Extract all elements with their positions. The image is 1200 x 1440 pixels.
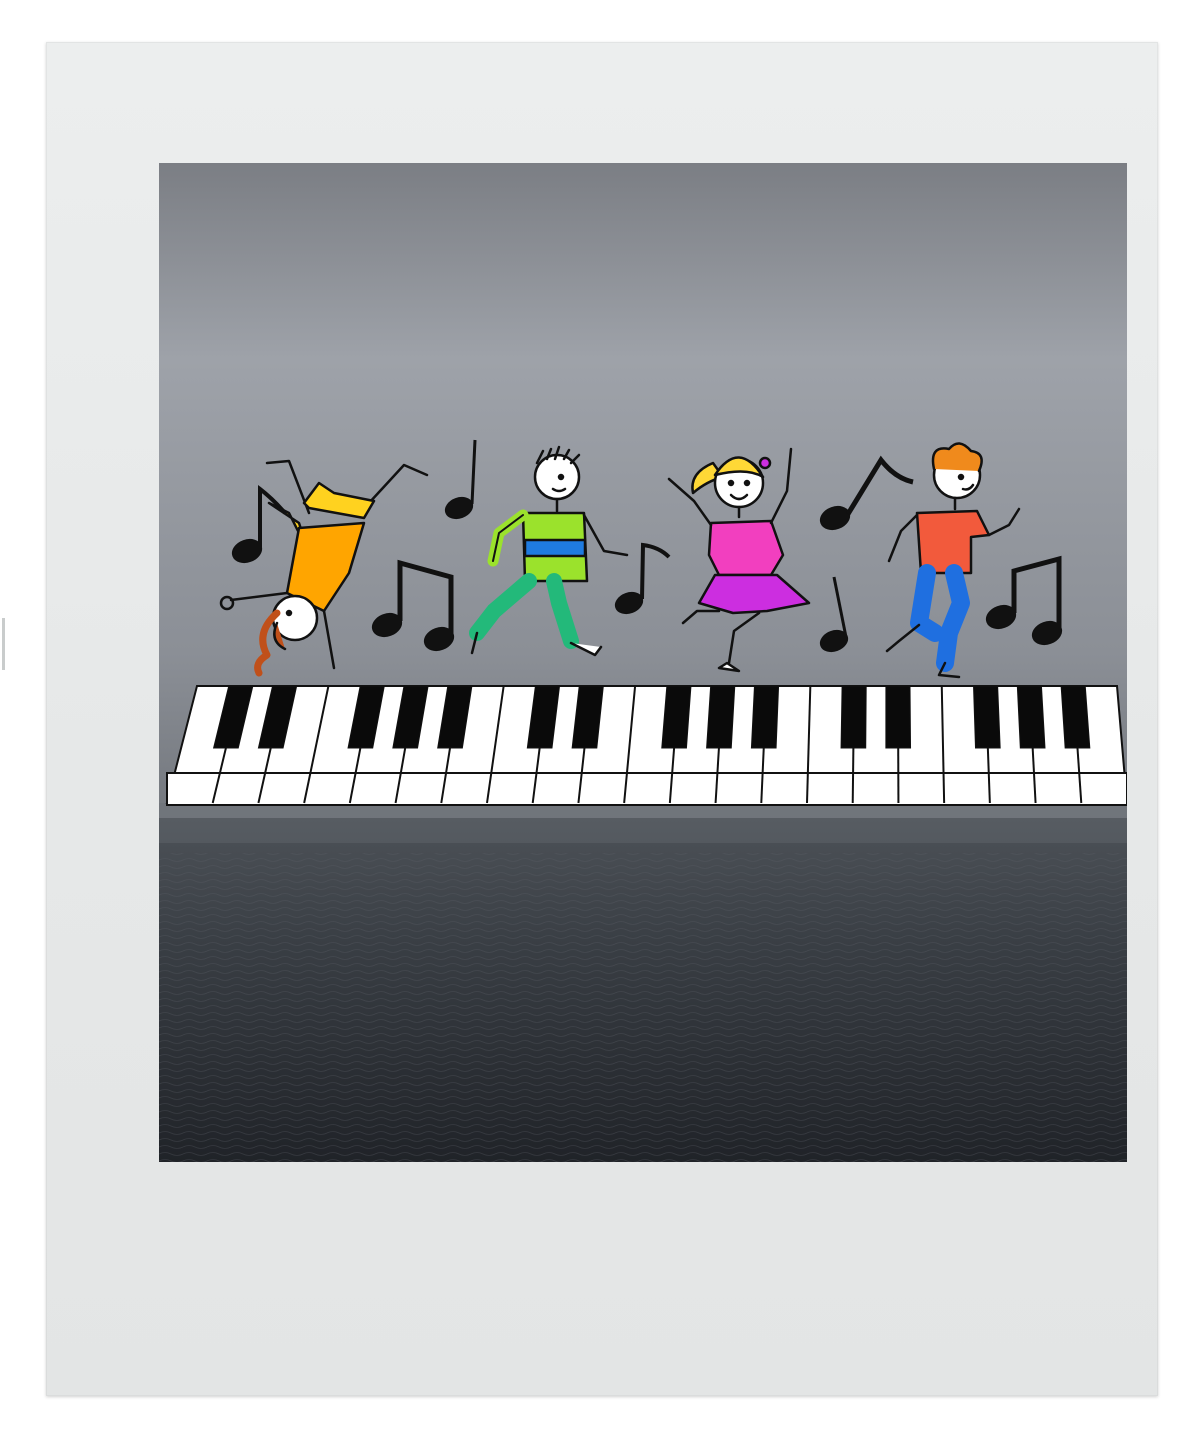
polaroid-frame	[46, 42, 1158, 1396]
photo	[159, 163, 1127, 1162]
black-key	[661, 685, 692, 749]
black-key	[840, 685, 867, 749]
horizon-haze	[159, 803, 1127, 843]
piano-keyboard	[165, 685, 1127, 806]
black-key	[706, 685, 736, 749]
sea-texture	[159, 853, 1127, 1162]
black-key	[1016, 685, 1046, 749]
black-key	[885, 685, 912, 749]
black-key	[973, 685, 1001, 749]
black-key	[750, 685, 780, 749]
edge-mark	[2, 618, 5, 670]
photo-illustration	[159, 163, 1127, 1162]
black-key	[1060, 685, 1091, 749]
